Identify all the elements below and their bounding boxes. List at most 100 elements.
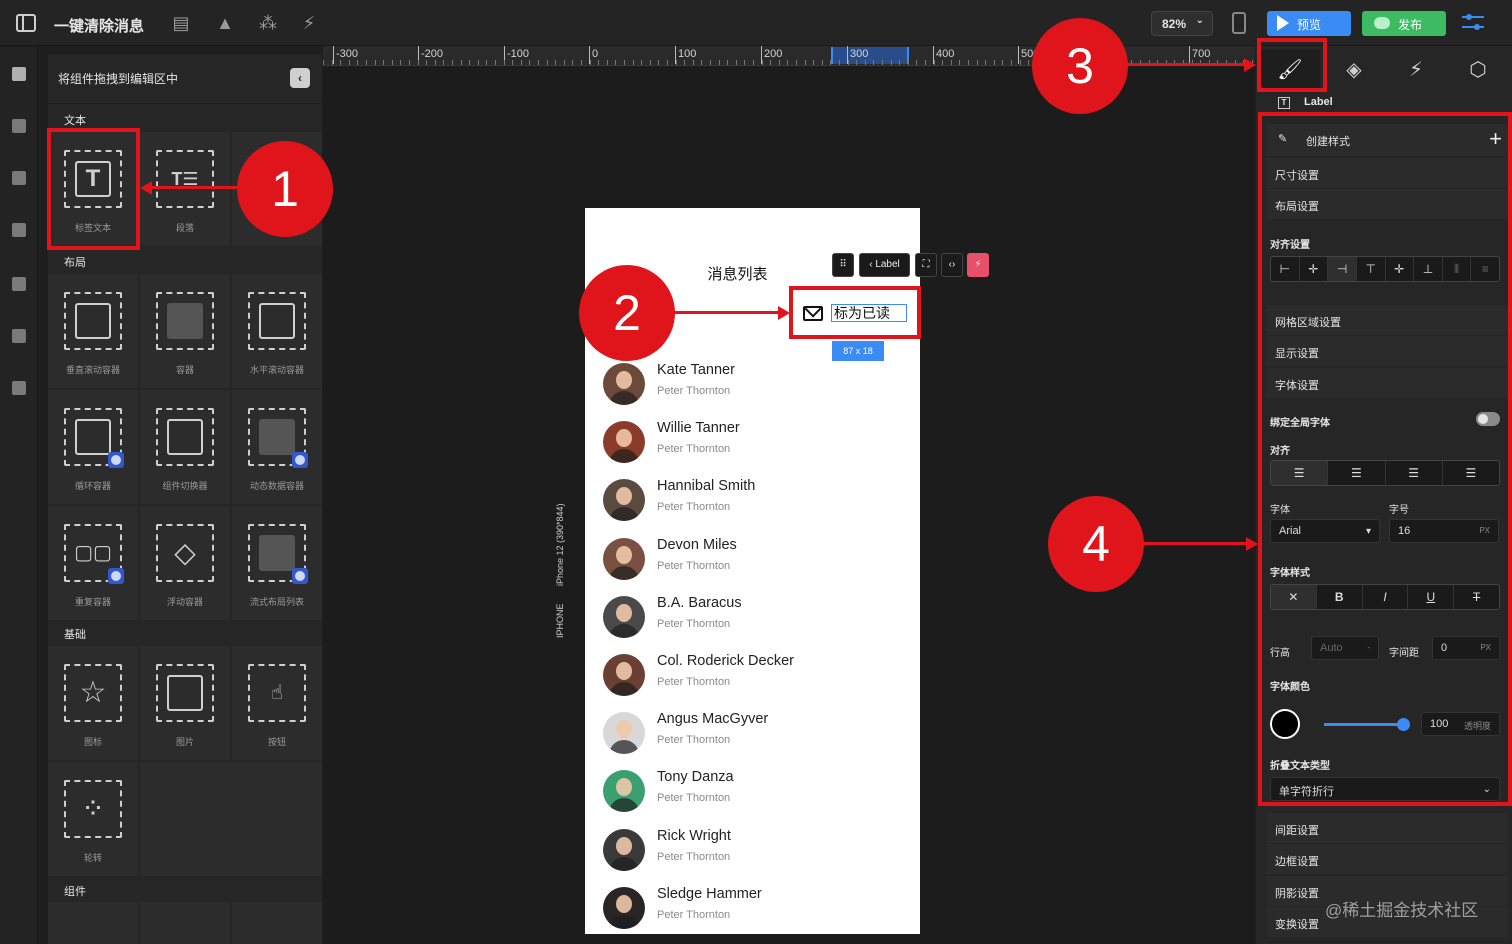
tab-properties[interactable]: ◈ <box>1324 50 1384 90</box>
contact-name: Sledge Hammer <box>657 885 762 902</box>
tile-component-3[interactable] <box>232 902 322 944</box>
layers-icon[interactable] <box>10 221 28 239</box>
pin-icon[interactable] <box>10 275 28 293</box>
fullscreen-icon[interactable]: ⛶ <box>915 253 937 277</box>
tile-repeat-container[interactable]: ▢▢ 重复容器 <box>48 506 138 620</box>
avatar <box>603 479 645 522</box>
contact-subtitle: Peter Thornton <box>657 908 731 921</box>
diamond-icon: ◈ <box>1346 59 1362 81</box>
tile-component-1[interactable] <box>48 902 138 944</box>
publish-button[interactable]: 发布 <box>1362 11 1446 36</box>
bolt-icon: ⚡ <box>1408 59 1424 81</box>
tile-loop-container[interactable]: 循环容器 <box>48 390 138 504</box>
container-icon <box>156 292 214 350</box>
tile-component-2[interactable] <box>140 902 230 944</box>
ruler-minor-tick <box>366 60 367 65</box>
tile-paragraph[interactable]: T☰ 段落 <box>140 132 230 246</box>
repeat-container-icon: ▢▢ <box>64 524 124 584</box>
lightning-icon[interactable]: ⚡ <box>967 253 989 277</box>
annotation-arrow-1 <box>140 181 152 195</box>
tile-component-switcher[interactable]: 组件切换器 <box>140 390 230 504</box>
components-icon[interactable] <box>10 65 28 83</box>
paragraph-icon: T☰ <box>156 150 214 208</box>
drive-icon[interactable]: ▲ <box>214 12 236 34</box>
floating-container-icon: ◇ <box>156 524 214 582</box>
list-item[interactable]: B.A. Baracus Peter Thornton <box>585 593 920 651</box>
ruler-minor-tick <box>590 60 591 65</box>
contact-subtitle: Peter Thornton <box>657 850 731 863</box>
tile-carousel[interactable]: ⁘ 轮转 <box>48 762 138 876</box>
preview-button[interactable]: 预览 <box>1267 11 1351 36</box>
ruler-minor-tick <box>375 60 376 65</box>
ruler-minor-tick <box>564 60 565 65</box>
ruler-minor-tick <box>400 60 401 65</box>
database-icon <box>108 452 124 468</box>
tile-icon[interactable]: ☆ 图标 <box>48 646 138 760</box>
ruler-minor-tick <box>830 60 831 65</box>
device-icon[interactable] <box>1232 12 1246 34</box>
list-item[interactable]: Rick Wright Peter Thornton <box>585 826 920 884</box>
grid-icon[interactable] <box>10 169 28 187</box>
document-icon[interactable]: ▤ <box>170 12 192 34</box>
ruler-minor-tick <box>796 60 797 65</box>
image-icon <box>156 664 214 722</box>
tile-image[interactable]: 图片 <box>140 646 230 760</box>
contact-subtitle: Peter Thornton <box>657 734 731 747</box>
list-item[interactable]: Col. Roderick Decker Peter Thornton <box>585 651 920 709</box>
tile-dynamic-data[interactable]: 动态数据容器 <box>232 390 322 504</box>
ruler-minor-tick <box>908 60 909 65</box>
list-item[interactable]: Angus MacGyver Peter Thornton <box>585 709 920 767</box>
zoom-select[interactable]: 82% ⌄ <box>1151 11 1213 36</box>
list-item[interactable]: Willie Tanner Peter Thornton <box>585 418 920 476</box>
panel-header: 将组件拖拽到编辑区中 <box>48 54 322 104</box>
annotation-badge-1: 1 <box>237 141 333 237</box>
list-item[interactable]: Tony Danza Peter Thornton <box>585 767 920 825</box>
contact-subtitle: Peter Thornton <box>657 617 731 630</box>
tile-button[interactable]: ☝ 按钮 <box>232 646 322 760</box>
ruler-minor-tick <box>951 60 952 65</box>
list-item[interactable]: Kate Tanner Peter Thornton <box>585 360 920 418</box>
sliders-icon[interactable] <box>1462 12 1486 34</box>
tab-interactions[interactable]: ⬡ <box>1448 50 1508 90</box>
ruler-minor-tick <box>1020 60 1021 65</box>
spacing-settings-row[interactable]: 间距设置 <box>1266 813 1508 843</box>
tile-vertical-scroll[interactable]: 垂直滚动容器 <box>48 274 138 388</box>
ruler-minor-tick <box>323 60 324 65</box>
database-icon <box>108 568 124 584</box>
ruler-minor-tick <box>650 60 651 65</box>
pages-icon[interactable] <box>10 327 28 345</box>
ruler-minor-tick <box>529 60 530 65</box>
contact-name: Angus MacGyver <box>657 711 769 728</box>
cubes-icon[interactable] <box>10 117 28 135</box>
ruler-minor-tick <box>598 60 599 65</box>
ruler-minor-tick <box>357 60 358 65</box>
section-layout: 布局 <box>64 257 86 269</box>
list-item[interactable]: Devon Miles Peter Thornton <box>585 535 920 593</box>
list-icon[interactable] <box>10 379 28 397</box>
lightning-icon[interactable]: ⚡ <box>298 12 320 34</box>
component-switcher-icon <box>156 408 214 466</box>
ruler-minor-tick <box>658 60 659 65</box>
list-item[interactable]: Sledge Hammer Peter Thornton <box>585 884 920 934</box>
ruler-minor-tick <box>504 60 505 65</box>
code-icon[interactable]: ‹› <box>941 253 963 277</box>
ruler-minor-tick <box>572 60 573 65</box>
ruler-minor-tick <box>452 60 453 65</box>
annotation-line-3 <box>1126 63 1244 66</box>
ruler-minor-tick <box>985 60 986 65</box>
sidebar-toggle-icon[interactable] <box>16 14 36 32</box>
parent-label-button[interactable]: ‹ Label <box>859 253 910 277</box>
ruler-minor-tick <box>478 60 479 65</box>
drag-handle-icon[interactable]: ⠿ <box>832 253 854 277</box>
annotation-badge-2: 2 <box>579 265 675 361</box>
plugin-icon[interactable]: ⁂ <box>257 12 279 34</box>
tile-floating-container[interactable]: ◇ 浮动容器 <box>140 506 230 620</box>
ruler-minor-tick <box>873 60 874 65</box>
tab-events[interactable]: ⚡ <box>1386 50 1446 90</box>
tile-container[interactable]: 容器 <box>140 274 230 388</box>
list-item[interactable]: Hannibal Smith Peter Thornton <box>585 476 920 534</box>
collapse-icon[interactable]: ‹ <box>290 68 310 88</box>
border-settings-row[interactable]: 边框设置 <box>1266 844 1508 874</box>
tile-flow-layout[interactable]: 流式布局列表 <box>232 506 322 620</box>
tile-horizontal-scroll[interactable]: 水平滚动容器 <box>232 274 322 388</box>
